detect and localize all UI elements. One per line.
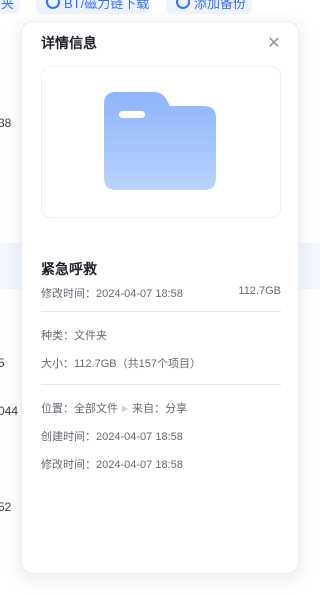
- new-folder-label: 夹: [0, 0, 14, 11]
- file-manager-screen: 夹 BT/磁力链下载 添加备份 38 5 044 52 详情信息 ✕ 紧急呼救 …: [0, 0, 320, 595]
- created-time: 创建时间：2024-04-07 18:58: [41, 431, 183, 443]
- file-size: 112.7GB: [238, 285, 281, 297]
- close-icon[interactable]: ✕: [266, 36, 282, 52]
- file-type: 种类：文件夹: [41, 330, 107, 342]
- chevron-right-icon: ▶: [122, 403, 129, 413]
- file-meta: 修改时间：2024-04-07 18:58 112.7GB: [41, 285, 281, 301]
- row-value: 38: [0, 116, 12, 130]
- file-thumbnail: [41, 66, 281, 218]
- new-folder-button[interactable]: 夹: [0, 0, 20, 14]
- divider: [41, 384, 281, 385]
- location-path-link[interactable]: 全部文件: [74, 400, 118, 416]
- details-panel: 详情信息 ✕ 紧急呼救 修改时间：2024-04-07 18:58 112.7G…: [21, 21, 299, 574]
- backup-icon: [176, 0, 190, 9]
- modified-time: 修改时间：2024-04-07 18:58: [41, 459, 183, 471]
- add-backup-button[interactable]: 添加备份: [166, 0, 252, 14]
- panel-title: 详情信息: [41, 35, 97, 51]
- link-icon: [46, 0, 60, 9]
- row-value: 044: [0, 404, 19, 418]
- divider: [41, 311, 281, 312]
- file-modified-time: 修改时间：2024-04-07 18:58: [41, 288, 183, 300]
- row-value: 52: [0, 500, 12, 514]
- file-name: 紧急呼救: [41, 261, 97, 277]
- file-size-detail: 大小：112.7GB（共157个项目）: [41, 358, 201, 370]
- location-prefix: 位置：: [41, 403, 74, 415]
- source-value: 分享: [165, 403, 188, 415]
- row-value: 5: [0, 356, 5, 370]
- file-location: 位置： 全部文件 ▶ 来自： 分享: [41, 400, 187, 416]
- source-prefix: 来自：: [132, 403, 166, 415]
- folder-icon: [104, 92, 216, 190]
- bt-download-button[interactable]: BT/磁力链下载: [36, 0, 149, 14]
- add-backup-label: 添加备份: [194, 0, 247, 11]
- bt-download-label: BT/磁力链下载: [64, 0, 150, 11]
